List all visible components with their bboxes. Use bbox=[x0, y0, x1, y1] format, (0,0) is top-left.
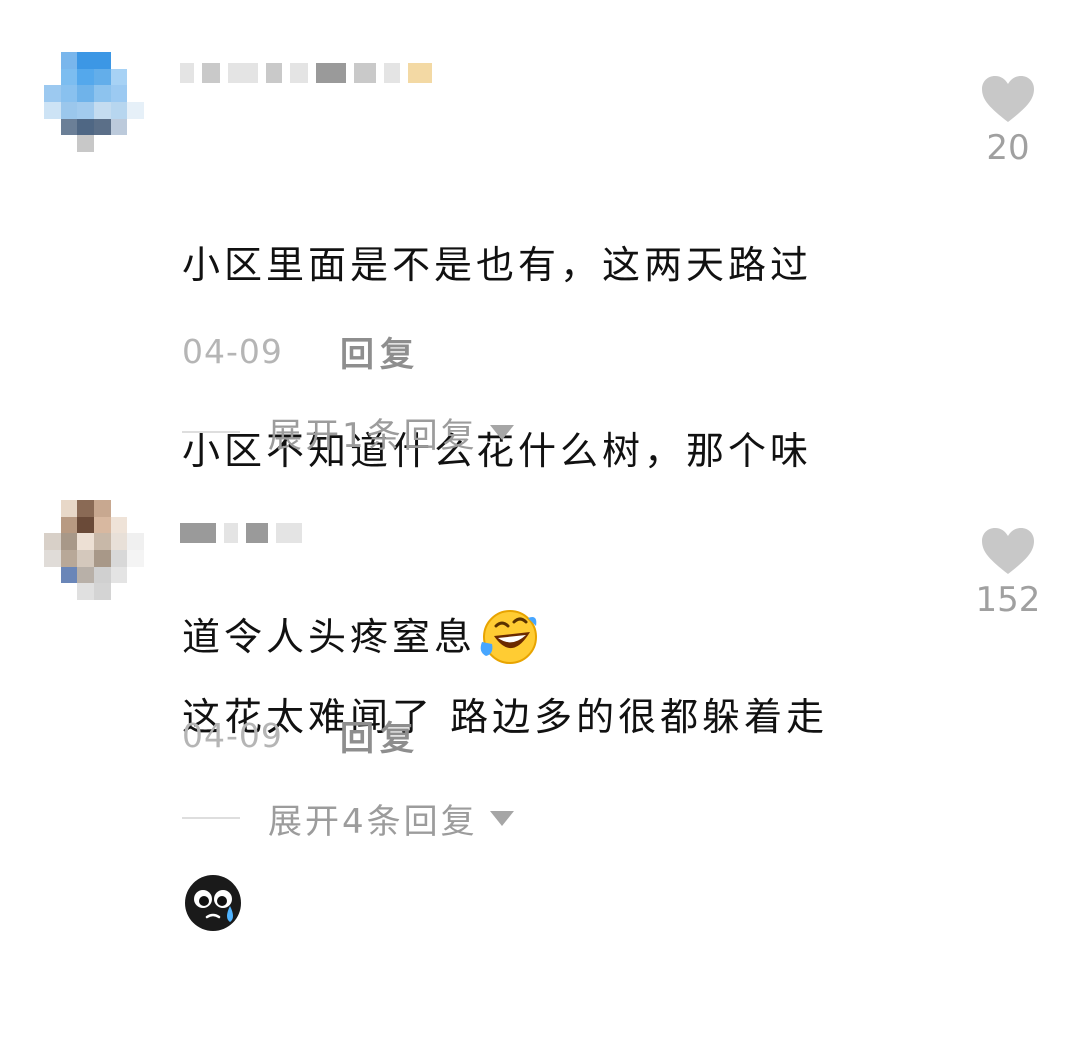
chevron-down-icon bbox=[489, 424, 514, 440]
avatar[interactable] bbox=[44, 52, 144, 152]
like-count: 20 bbox=[986, 128, 1030, 168]
divider-line bbox=[182, 431, 240, 433]
expand-replies-label: 展开1条回复 bbox=[268, 415, 478, 456]
divider-line bbox=[182, 817, 240, 819]
comment-meta: 04-09 回复 bbox=[182, 331, 420, 375]
reply-button[interactable]: 回复 bbox=[340, 327, 420, 376]
expand-replies-label: 展开4条回复 bbox=[268, 801, 478, 842]
comment-meta: 04-09 回复 bbox=[182, 715, 420, 759]
username-blurred[interactable] bbox=[180, 516, 302, 550]
comment-text-line: 小区里面是不是也有，这两天路过 bbox=[182, 243, 813, 287]
comment-text-line bbox=[182, 872, 912, 938]
comment-item: 这花太难闻了 路边多的很都躲着走 04-09 回复 展开4条回复 152 bbox=[0, 470, 1074, 931]
like-count: 152 bbox=[975, 580, 1041, 620]
avatar[interactable] bbox=[44, 500, 144, 600]
heart-icon bbox=[982, 528, 1034, 574]
black-crying-face-icon bbox=[182, 872, 244, 934]
username-blurred[interactable] bbox=[180, 56, 432, 90]
reply-button[interactable]: 回复 bbox=[340, 711, 420, 760]
comment-date: 04-09 bbox=[182, 331, 283, 371]
comment-item: 小区里面是不是也有，这两天路过 小区不知道什么花什么树，那个味 道令人头疼窒息 … bbox=[0, 0, 1074, 664]
heart-icon bbox=[982, 76, 1034, 122]
like-button[interactable]: 20 bbox=[972, 74, 1044, 168]
expand-replies-button[interactable]: 展开4条回复 bbox=[182, 796, 514, 842]
chevron-down-icon bbox=[489, 810, 514, 826]
comment-date: 04-09 bbox=[182, 715, 283, 755]
expand-replies-button[interactable]: 展开1条回复 bbox=[182, 410, 514, 456]
like-button[interactable]: 152 bbox=[972, 526, 1044, 620]
